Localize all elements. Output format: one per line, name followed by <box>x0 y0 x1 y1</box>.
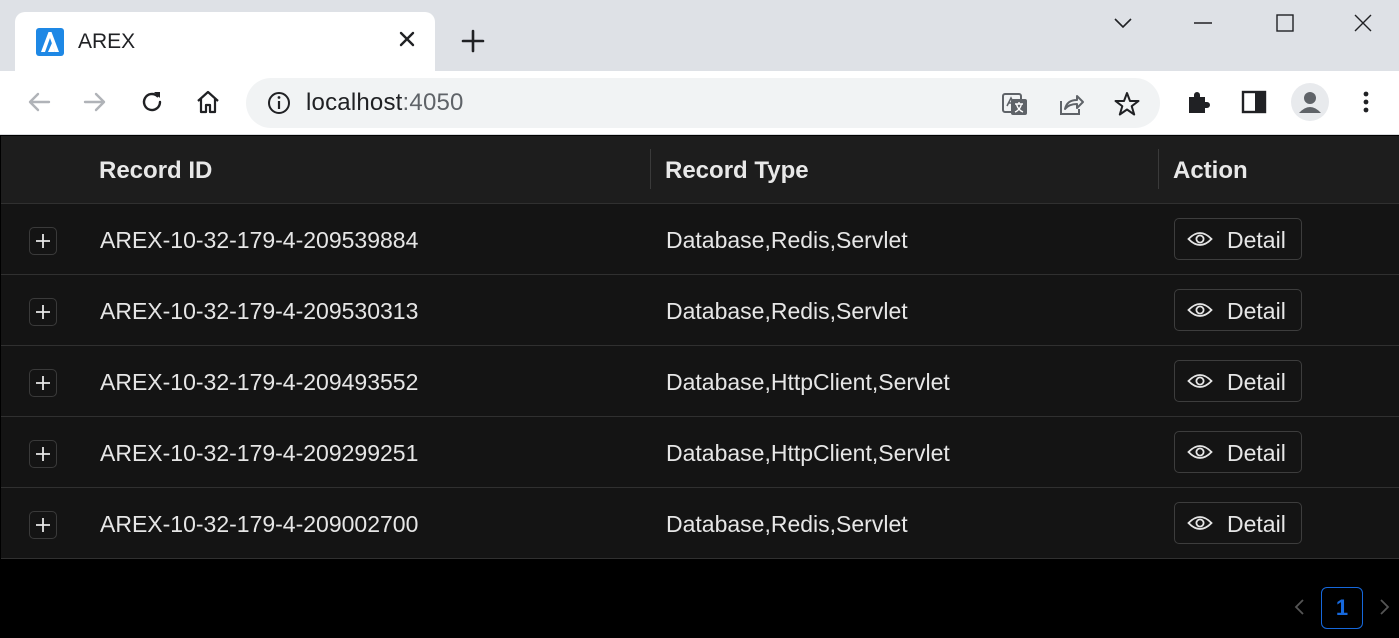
column-header-action[interactable]: Action <box>1173 157 1248 185</box>
back-arrow-icon[interactable] <box>24 87 54 117</box>
expand-row-button[interactable] <box>29 298 57 326</box>
table-row: AREX-10-32-179-4-209299251 Database,HttpC… <box>1 417 1399 488</box>
cell-record-id: AREX-10-32-179-4-209530313 <box>100 298 419 324</box>
plus-icon <box>36 447 50 461</box>
url-text: localhost:4050 <box>306 89 464 117</box>
close-tab-icon[interactable] <box>395 27 419 51</box>
detail-button[interactable]: Detail <box>1174 218 1302 260</box>
translate-icon[interactable] <box>1001 90 1029 118</box>
pagination-next-icon[interactable] <box>1373 596 1395 618</box>
eye-icon <box>1187 374 1213 388</box>
table-row: AREX-10-32-179-4-209539884 Database,Redis… <box>1 204 1399 275</box>
column-divider <box>650 149 651 189</box>
table-row: AREX-10-32-179-4-209530313 Database,Redis… <box>1 275 1399 346</box>
new-tab-icon[interactable] <box>458 26 488 56</box>
plus-icon <box>36 305 50 319</box>
page-content: Record ID Record Type Action AREX-10-32-… <box>0 136 1399 638</box>
close-window-icon[interactable] <box>1350 10 1376 36</box>
profile-person-icon <box>1299 92 1321 113</box>
table-body: AREX-10-32-179-4-209539884 Database,Redis… <box>1 204 1399 559</box>
browser-tab[interactable]: AREX <box>15 12 435 72</box>
detail-button[interactable]: Detail <box>1174 360 1302 402</box>
detail-button-label: Detail <box>1227 511 1286 537</box>
profile-avatar[interactable] <box>1291 83 1329 121</box>
arex-logo-icon <box>36 28 64 56</box>
plus-icon <box>36 234 50 248</box>
cell-record-id: AREX-10-32-179-4-209002700 <box>100 511 419 537</box>
cell-record-id: AREX-10-32-179-4-209299251 <box>100 440 419 466</box>
pagination-prev-icon[interactable] <box>1289 596 1311 618</box>
plus-icon <box>36 518 50 532</box>
detail-button[interactable]: Detail <box>1174 431 1302 473</box>
plus-icon <box>36 376 50 390</box>
home-icon[interactable] <box>193 87 223 117</box>
table-row: AREX-10-32-179-4-209493552 Database,HttpC… <box>1 346 1399 417</box>
detail-button-label: Detail <box>1227 298 1286 324</box>
detail-button-label: Detail <box>1227 369 1286 395</box>
reload-icon[interactable] <box>137 87 167 117</box>
cell-record-type: Database,Redis,Servlet <box>666 227 908 253</box>
cell-record-type: Database,Redis,Servlet <box>666 298 908 324</box>
detail-button-label: Detail <box>1227 227 1286 253</box>
browser-toolbar: localhost:4050 <box>0 71 1399 135</box>
detail-button-label: Detail <box>1227 440 1286 466</box>
records-table: Record ID Record Type Action AREX-10-32-… <box>1 136 1399 559</box>
table-row: AREX-10-32-179-4-209002700 Database,Redis… <box>1 488 1399 559</box>
pagination-page-1[interactable]: 1 <box>1321 587 1363 629</box>
url-port: :4050 <box>402 89 464 116</box>
eye-icon <box>1187 516 1213 530</box>
expand-row-button[interactable] <box>29 511 57 539</box>
cell-record-type: Database,HttpClient,Servlet <box>666 440 950 466</box>
eye-icon <box>1187 445 1213 459</box>
expand-row-button[interactable] <box>29 440 57 468</box>
tab-search-chevron-icon[interactable] <box>1110 10 1136 36</box>
cell-record-id: AREX-10-32-179-4-209539884 <box>100 227 419 253</box>
cell-record-type: Database,Redis,Servlet <box>666 511 908 537</box>
extensions-puzzle-icon[interactable] <box>1183 87 1213 117</box>
expand-row-button[interactable] <box>29 369 57 397</box>
eye-icon <box>1187 232 1213 246</box>
site-info-icon[interactable] <box>266 90 292 116</box>
detail-button[interactable]: Detail <box>1174 289 1302 331</box>
address-bar[interactable]: localhost:4050 <box>246 78 1160 128</box>
share-icon[interactable] <box>1057 90 1085 118</box>
maximize-icon[interactable] <box>1272 10 1298 36</box>
eye-icon <box>1187 303 1213 317</box>
column-divider <box>1158 149 1159 189</box>
column-header-record-id[interactable]: Record ID <box>99 157 212 185</box>
forward-arrow-icon[interactable] <box>80 87 110 117</box>
side-panel-icon[interactable] <box>1239 87 1269 117</box>
cell-record-id: AREX-10-32-179-4-209493552 <box>100 369 419 395</box>
browser-tab-bar: AREX <box>0 0 1399 72</box>
more-menu-icon[interactable] <box>1351 87 1381 117</box>
tab-title: AREX <box>78 30 136 53</box>
cell-record-type: Database,HttpClient,Servlet <box>666 369 950 395</box>
column-header-record-type[interactable]: Record Type <box>665 157 809 185</box>
table-header: Record ID Record Type Action <box>1 136 1399 204</box>
minimize-icon[interactable] <box>1190 10 1216 36</box>
expand-row-button[interactable] <box>29 227 57 255</box>
url-host: localhost <box>306 89 403 116</box>
detail-button[interactable]: Detail <box>1174 502 1302 544</box>
bookmark-star-icon[interactable] <box>1113 90 1141 118</box>
